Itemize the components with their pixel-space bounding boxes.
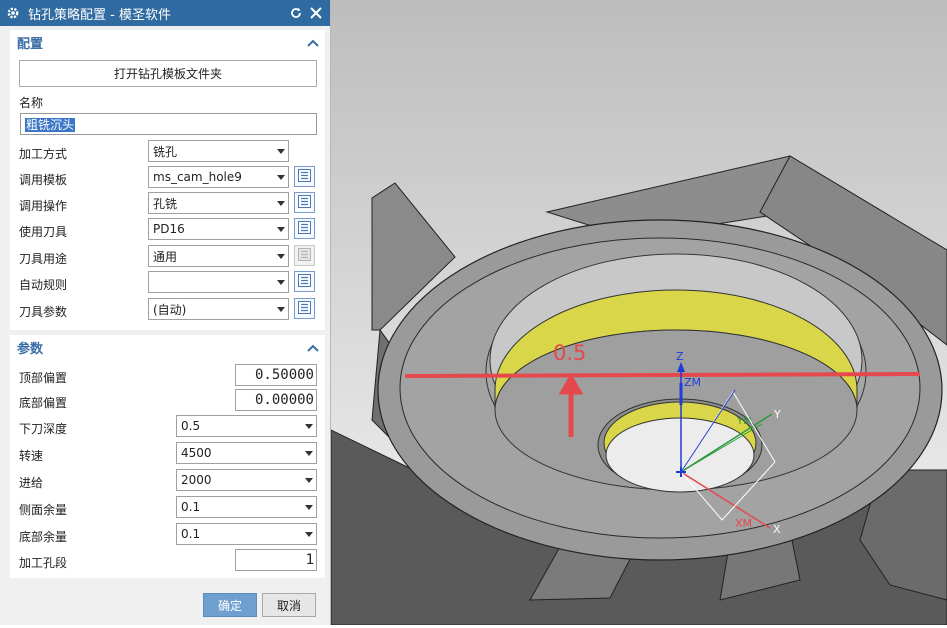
- x-axis-label: X: [773, 523, 781, 536]
- chevron-down-icon: [274, 140, 288, 162]
- params-section-title: 参数: [17, 341, 44, 357]
- tool-value: PD16: [153, 222, 185, 236]
- floor-stock-label: 底部余量: [19, 530, 68, 544]
- tool-usage-label: 刀具用途: [19, 252, 68, 266]
- cancel-button[interactable]: 取消: [262, 593, 316, 617]
- graphics-viewport[interactable]: 0.5 Z ZM Y YM X XM: [330, 0, 947, 626]
- config-section-title: 配置: [17, 36, 44, 52]
- tool-params-value: (自动): [153, 302, 187, 317]
- name-field[interactable]: 粗铣沉头: [20, 113, 317, 135]
- list-icon: [298, 300, 311, 317]
- z-axis-label: Z: [676, 350, 684, 363]
- spindle-speed-select[interactable]: 4500: [176, 442, 317, 464]
- operation-list-button[interactable]: [294, 192, 315, 213]
- tool-label: 使用刀具: [19, 225, 68, 239]
- bottom-offset-input[interactable]: 0.00000: [235, 389, 317, 411]
- ym-axis-label: YM: [736, 416, 752, 427]
- list-icon: [298, 247, 311, 264]
- chevron-down-icon: [274, 192, 288, 214]
- ok-button[interactable]: 确定: [203, 593, 257, 617]
- gear-icon: [6, 6, 20, 20]
- machining-method-select[interactable]: 铣孔: [148, 140, 289, 162]
- list-icon: [298, 194, 311, 211]
- feed-select[interactable]: 2000: [176, 469, 317, 491]
- close-icon[interactable]: [308, 5, 324, 21]
- tool-select[interactable]: PD16: [148, 218, 289, 240]
- template-select[interactable]: ms_cam_hole9: [148, 166, 289, 188]
- refresh-icon[interactable]: [288, 5, 304, 21]
- operation-select[interactable]: 孔铣: [148, 192, 289, 214]
- floor-stock-value: 0.1: [181, 527, 201, 541]
- open-template-folder-button[interactable]: 打开钻孔模板文件夹: [19, 60, 317, 87]
- spindle-speed-label: 转速: [19, 449, 44, 463]
- drill-strategy-dialog: 钻孔策略配置 - 模圣软件 配置 打开钻孔模板文件夹 名称 粗铣沉头 加工方式 …: [0, 0, 331, 625]
- auto-rule-select[interactable]: [148, 271, 289, 293]
- chevron-up-icon[interactable]: [307, 342, 319, 352]
- chevron-down-icon: [302, 523, 316, 545]
- feed-label: 进给: [19, 476, 44, 490]
- template-list-button[interactable]: [294, 166, 315, 187]
- hole-segment-input[interactable]: 1: [235, 549, 317, 571]
- tool-params-select[interactable]: (自动): [148, 298, 289, 320]
- name-label: 名称: [19, 96, 44, 110]
- operation-value: 孔铣: [153, 196, 178, 211]
- dimension-label: 0.5: [553, 341, 586, 365]
- spindle-speed-value: 4500: [181, 446, 212, 460]
- side-stock-label: 侧面余量: [19, 503, 68, 517]
- model-view: 0.5 Z ZM Y YM X XM: [330, 0, 947, 626]
- machining-method-value: 铣孔: [153, 144, 178, 159]
- tool-params-list-button[interactable]: [294, 298, 315, 319]
- config-section-header[interactable]: 配置: [10, 30, 325, 54]
- side-stock-select[interactable]: 0.1: [176, 496, 317, 518]
- name-field-value: 粗铣沉头: [25, 118, 76, 132]
- plunge-depth-value: 0.5: [181, 419, 201, 433]
- tool-params-label: 刀具参数: [19, 305, 68, 319]
- hole-segment-label: 加工孔段: [19, 556, 68, 570]
- xm-axis-label: XM: [735, 517, 752, 530]
- chevron-down-icon: [302, 415, 316, 437]
- machining-method-label: 加工方式: [19, 147, 68, 161]
- feed-value: 2000: [181, 473, 212, 487]
- window-title: 钻孔策略配置 - 模圣软件: [28, 7, 171, 23]
- list-icon: [298, 273, 311, 290]
- chevron-down-icon: [274, 298, 288, 320]
- bottom-offset-label: 底部偏置: [19, 396, 68, 410]
- chevron-up-icon[interactable]: [307, 37, 319, 47]
- floor-stock-select[interactable]: 0.1: [176, 523, 317, 545]
- zm-axis-label: ZM: [684, 376, 701, 389]
- plunge-depth-label: 下刀深度: [19, 422, 68, 436]
- top-offset-label: 顶部偏置: [19, 371, 68, 385]
- operation-label: 调用操作: [19, 199, 68, 213]
- template-value: ms_cam_hole9: [153, 170, 242, 184]
- chevron-down-icon: [274, 245, 288, 267]
- list-icon: [298, 220, 311, 237]
- chevron-down-icon: [274, 166, 288, 188]
- tool-usage-list-button: [294, 245, 315, 266]
- list-icon: [298, 168, 311, 185]
- tool-body: [330, 155, 947, 626]
- side-stock-value: 0.1: [181, 500, 201, 514]
- chevron-down-icon: [302, 496, 316, 518]
- y-axis-label: Y: [773, 408, 781, 421]
- title-bar: 钻孔策略配置 - 模圣软件: [0, 0, 330, 26]
- params-section-header[interactable]: 参数: [10, 335, 325, 359]
- tool-usage-value: 通用: [153, 249, 178, 264]
- chevron-down-icon: [302, 469, 316, 491]
- template-label: 调用模板: [19, 173, 68, 187]
- tool-list-button[interactable]: [294, 218, 315, 239]
- top-offset-input[interactable]: 0.50000: [235, 364, 317, 386]
- plunge-depth-select[interactable]: 0.5: [176, 415, 317, 437]
- chevron-down-icon: [274, 218, 288, 240]
- auto-rule-list-button[interactable]: [294, 271, 315, 292]
- auto-rule-label: 自动规则: [19, 278, 68, 292]
- tool-usage-select[interactable]: 通用: [148, 245, 289, 267]
- chevron-down-icon: [302, 442, 316, 464]
- chevron-down-icon: [274, 271, 288, 293]
